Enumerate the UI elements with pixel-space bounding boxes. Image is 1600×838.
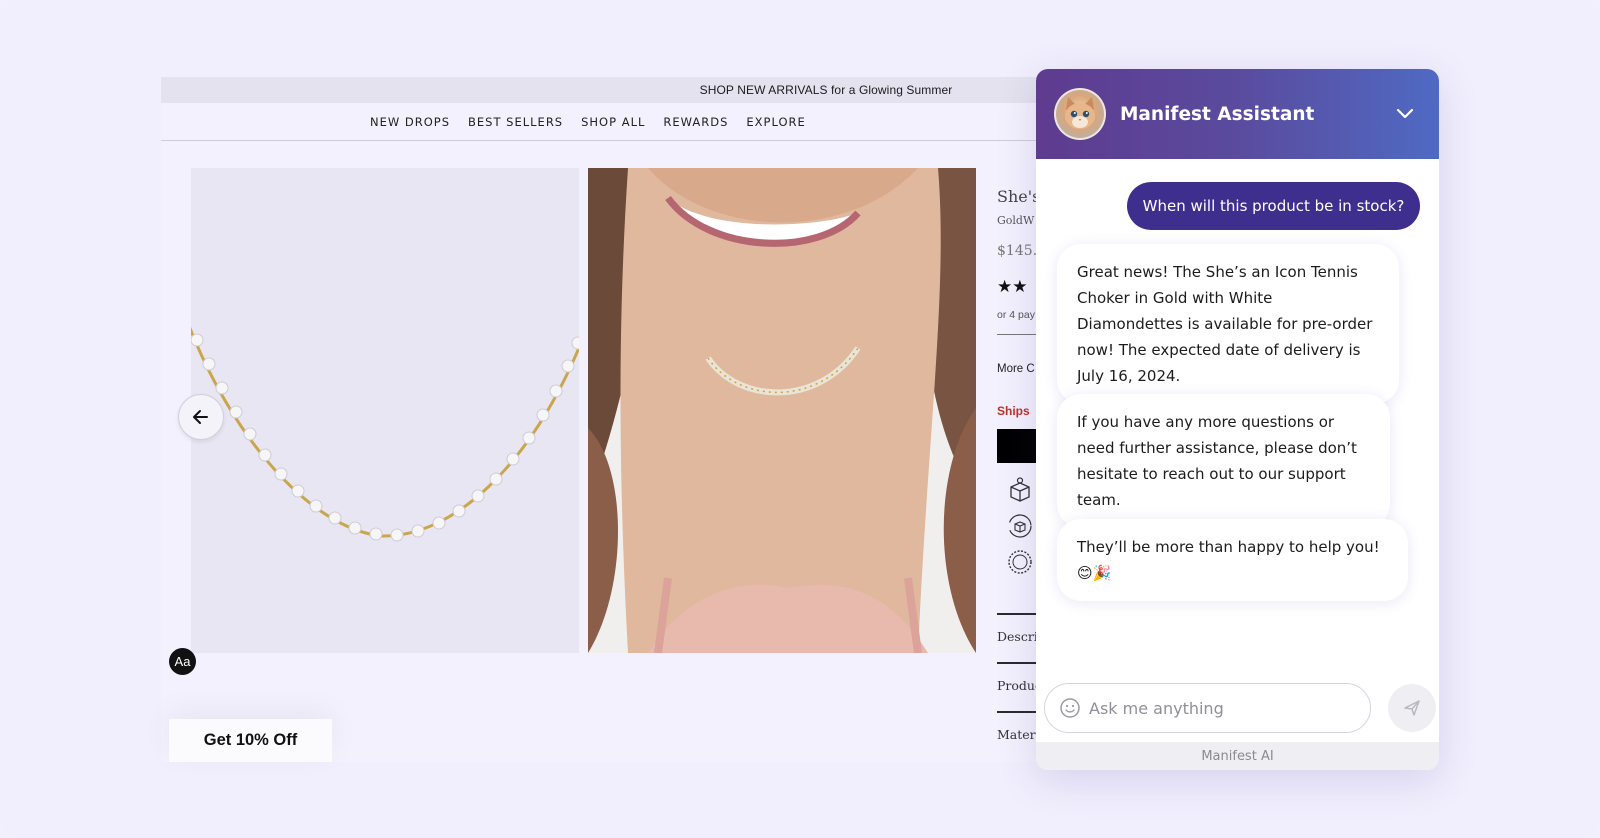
nav-rewards[interactable]: REWARDS [663, 115, 728, 129]
chat-message-input[interactable] [1089, 698, 1339, 718]
nav-new-drops[interactable]: NEW DROPS [370, 115, 450, 129]
rating-stars: ★★ [997, 277, 1028, 296]
collapse-chat-button[interactable] [1393, 102, 1417, 126]
chat-footer-branding: Manifest AI [1036, 742, 1439, 770]
necklace-illustration [191, 326, 579, 542]
nav-best-sellers[interactable]: BEST SELLERS [468, 115, 563, 129]
assistant-message: Great news! The She’s an Icon Tennis Cho… [1057, 244, 1399, 404]
product-image-necklace [191, 168, 579, 653]
product-title: She's [997, 187, 1041, 206]
product-subtitle: GoldW [997, 214, 1035, 227]
font-size-accessibility-button[interactable]: Aa [169, 648, 196, 675]
brand-seal-icon [1007, 549, 1033, 578]
arrow-left-icon [193, 410, 208, 424]
gift-box-icon [1007, 477, 1033, 506]
chat-title: Manifest Assistant [1120, 103, 1315, 125]
store-page: SHOP NEW ARRIVALS for a Glowing Summer N… [161, 77, 1061, 762]
previous-image-button[interactable] [178, 394, 224, 440]
assistant-message: If you have any more questions or need f… [1057, 394, 1390, 528]
more-options-link[interactable]: More C [997, 363, 1035, 375]
send-icon [1404, 700, 1420, 716]
chat-input-row [1044, 683, 1436, 733]
emoji-icon[interactable] [1059, 697, 1081, 719]
chat-header: Manifest Assistant [1036, 69, 1439, 159]
accordion-description[interactable]: Descri [997, 629, 1038, 644]
assistant-avatar [1054, 88, 1106, 140]
chat-widget: Manifest Assistant When will this produc… [1036, 69, 1439, 770]
chat-input-container[interactable] [1044, 683, 1371, 733]
main-nav: NEW DROPS BEST SELLERS SHOP ALL REWARDS … [161, 103, 1061, 141]
product-image-model [588, 168, 976, 653]
promo-banner[interactable]: SHOP NEW ARRIVALS for a Glowing Summer [161, 77, 1061, 103]
chevron-down-icon [1396, 108, 1414, 119]
ships-notice: Ships [997, 404, 1030, 418]
nav-explore[interactable]: EXPLORE [746, 115, 805, 129]
send-message-button[interactable] [1388, 684, 1436, 732]
returns-box-icon [1007, 513, 1033, 542]
promo-text: SHOP NEW ARRIVALS for a Glowing Summer [699, 83, 953, 97]
user-message: When will this product be in stock? [1127, 182, 1420, 230]
discount-tab-button[interactable]: Get 10% Off [169, 719, 332, 762]
model-illustration [588, 168, 976, 653]
screenshot-canvas: SHOP NEW ARRIVALS for a Glowing Summer N… [0, 0, 1600, 838]
installments-text: or 4 pay [997, 309, 1035, 321]
nav-shop-all[interactable]: SHOP ALL [581, 115, 645, 129]
cat-avatar-icon [1065, 97, 1095, 129]
assistant-message: They’ll be more than happy to help you! … [1057, 519, 1408, 601]
accordion-materials[interactable]: Materi [997, 727, 1040, 742]
